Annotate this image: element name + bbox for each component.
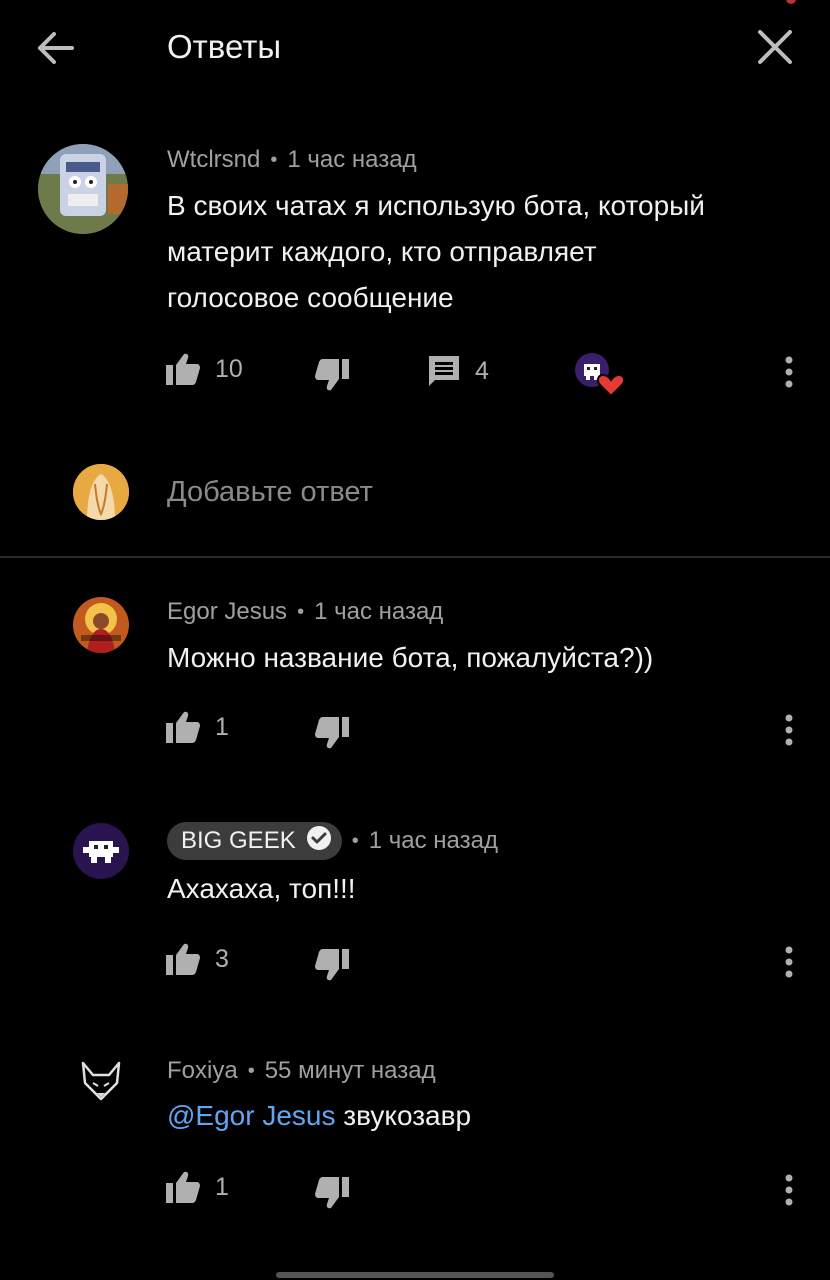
- reply-author: BIG GEEK: [181, 827, 296, 854]
- root-comment-time: 1 час назад: [287, 146, 417, 173]
- reply-actions: 1: [0, 708, 830, 752]
- thumbs-down-icon: [314, 358, 350, 392]
- comment-icon: [427, 354, 461, 388]
- dislike-button[interactable]: [314, 1176, 350, 1210]
- avatar-wtclrsnd[interactable]: [38, 144, 128, 234]
- reply-meta: Foxiya • 55 минут назад: [167, 1057, 436, 1085]
- root-comment-actions: 10 4: [0, 350, 830, 398]
- reply-text: Можно название бота, пожалуйста?)): [167, 642, 654, 673]
- meta-separator: •: [247, 1059, 255, 1082]
- reply-time: 55 минут назад: [264, 1057, 436, 1084]
- mention-link[interactable]: @Egor Jesus: [167, 1100, 336, 1131]
- back-arrow-icon[interactable]: [30, 26, 80, 70]
- reply-text: Ахахаха, топ!!!: [167, 873, 356, 904]
- like-button[interactable]: 1: [165, 710, 229, 744]
- reply-actions: 3: [0, 940, 830, 984]
- thumbs-down-icon: [314, 1176, 350, 1210]
- root-comment-meta: Wtclrsnd • 1 час назад: [167, 146, 417, 174]
- more-options-icon[interactable]: [780, 712, 798, 748]
- avatar-foxiya[interactable]: [73, 1053, 129, 1109]
- like-count: 10: [215, 354, 243, 383]
- dislike-button[interactable]: [314, 358, 350, 392]
- avatar-egor-jesus[interactable]: [73, 597, 129, 653]
- more-options-icon[interactable]: [780, 944, 798, 980]
- reply-count: 4: [475, 356, 489, 385]
- reply-time: 1 час назад: [368, 827, 498, 854]
- creator-heart: [574, 352, 626, 398]
- like-button[interactable]: 1: [165, 1170, 229, 1204]
- more-options-icon[interactable]: [780, 1172, 798, 1208]
- root-comment-author[interactable]: Wtclrsnd: [167, 146, 260, 174]
- notification-dot: [786, 0, 796, 4]
- meta-separator: •: [270, 148, 278, 171]
- add-reply-input[interactable]: Добавьте ответ: [167, 476, 373, 509]
- reply-author[interactable]: Egor Jesus: [167, 598, 287, 626]
- page-title: Ответы: [167, 28, 282, 65]
- like-button[interactable]: 3: [165, 942, 229, 976]
- reply-time: 1 час назад: [314, 598, 444, 625]
- avatar-big-geek[interactable]: [73, 823, 129, 879]
- reply-actions: 1: [0, 1168, 830, 1212]
- like-count: 1: [215, 712, 229, 741]
- verified-check-icon: [306, 825, 332, 858]
- thumbs-down-icon: [314, 716, 350, 750]
- thumbs-up-icon: [165, 710, 201, 744]
- root-comment-text: В своих чатах я использую бота, который …: [167, 190, 705, 313]
- reply-text-body: звукозавр: [343, 1100, 472, 1131]
- meta-separator: •: [351, 829, 359, 852]
- creator-heart-icon: [574, 352, 626, 398]
- meta-separator: •: [297, 600, 305, 623]
- thumbs-up-icon: [165, 1170, 201, 1204]
- close-icon[interactable]: [752, 26, 798, 70]
- reply-meta: BIG GEEK • 1 час назад: [167, 822, 498, 860]
- dislike-button[interactable]: [314, 716, 350, 750]
- current-user-avatar: [73, 464, 129, 520]
- dislike-button[interactable]: [314, 948, 350, 982]
- more-options-icon[interactable]: [780, 354, 798, 390]
- thumbs-down-icon: [314, 948, 350, 982]
- home-indicator[interactable]: [276, 1272, 554, 1278]
- reply-text: @Egor Jesus звукозавр: [167, 1093, 767, 1139]
- thumbs-up-icon: [165, 942, 201, 976]
- divider: [0, 556, 830, 558]
- reply-author[interactable]: Foxiya: [167, 1057, 238, 1085]
- header: Ответы: [0, 0, 830, 100]
- like-count: 1: [215, 1172, 229, 1201]
- like-count: 3: [215, 944, 229, 973]
- channel-owner-badge[interactable]: BIG GEEK: [167, 822, 342, 860]
- reply-meta: Egor Jesus • 1 час назад: [167, 598, 443, 626]
- like-button[interactable]: 10: [165, 352, 243, 386]
- reply-count-button[interactable]: 4: [427, 354, 489, 388]
- thumbs-up-icon: [165, 352, 201, 386]
